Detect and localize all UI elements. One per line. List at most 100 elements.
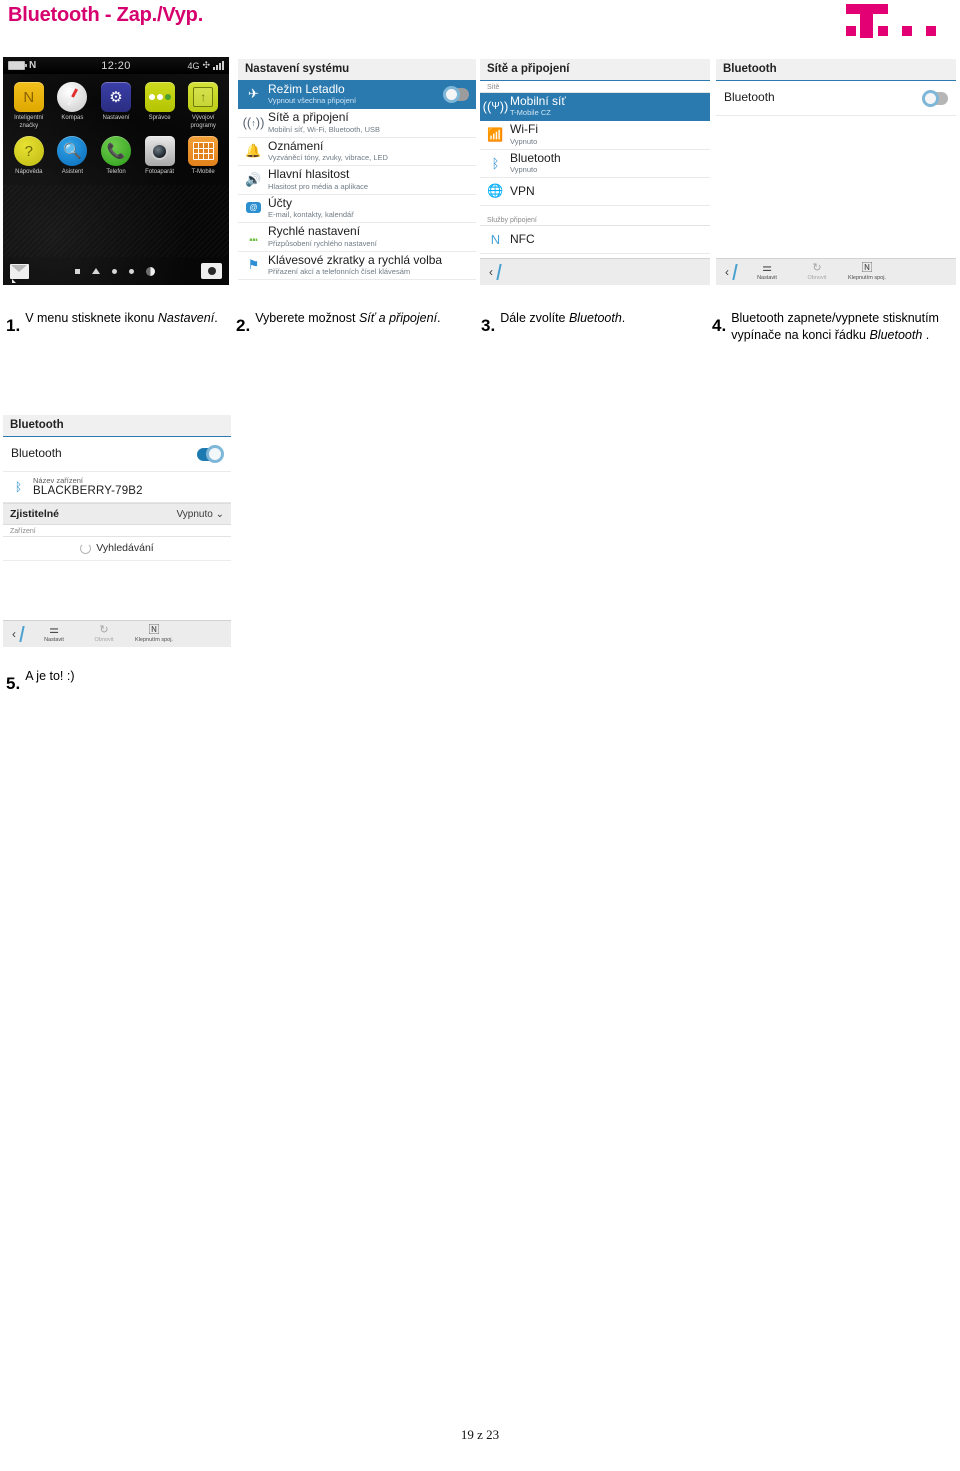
developer-icon: ↑: [188, 82, 219, 112]
step-1: 1. V menu stisknete ikonu Nastavení.: [6, 310, 231, 334]
empty-area: [3, 561, 231, 620]
step-number: 2.: [236, 316, 251, 335]
app-label: Asistent: [61, 169, 84, 175]
speaker-icon: 🔊: [245, 171, 262, 187]
data-icon: [243, 283, 264, 285]
step-text-b: .: [437, 311, 441, 325]
action-label: Obnovit: [94, 637, 114, 643]
app-spravce[interactable]: Správce: [138, 82, 182, 130]
action-label: Klepnutím spoj.: [135, 637, 173, 643]
row-title: Oznámení: [268, 138, 324, 153]
step-number: 5.: [6, 674, 21, 693]
bluetooth-toggle-row[interactable]: Bluetooth: [716, 81, 956, 116]
step-number: 4.: [712, 316, 727, 335]
network-type-label: 4G: [187, 60, 200, 71]
app-grid: N Inteligentní značky Kompas ⚙ Nastavení…: [3, 74, 229, 177]
app-label: Správce: [148, 115, 171, 121]
step-text: Vyberete možnost Síť a připojení.: [255, 310, 440, 327]
settings-row-klavesove-zkratky[interactable]: ⚑ Klávesové zkratky a rychlá volba Přiřa…: [238, 251, 476, 281]
app-telefon[interactable]: 📞 Telefon: [94, 136, 138, 177]
envelope-icon[interactable]: [10, 263, 29, 283]
step-text-emphasis: Síť a připojení: [358, 311, 438, 325]
nfc-tag-icon: N: [13, 82, 44, 112]
action-label: Nastavit: [757, 275, 777, 281]
app-napoveda[interactable]: ? Nápověda: [7, 136, 51, 177]
app-asistent[interactable]: 🔍 Asistent: [51, 136, 95, 177]
network-row-bluetooth[interactable]: ᛒ Bluetooth Vypnuto: [480, 149, 710, 179]
row-title: Bluetooth: [510, 150, 561, 165]
network-row-nfc[interactable]: N NFC: [480, 226, 710, 255]
app-vyvojove-programy[interactable]: ↑ Vývojoví programy: [181, 82, 225, 130]
action-klepnutim-spojit[interactable]: 🄽 Klepnutím spoj.: [842, 263, 892, 282]
step-text-b: .: [922, 327, 930, 342]
device-name-label: Název zařízení: [33, 476, 84, 485]
step-number: 1.: [6, 316, 21, 335]
airplane-toggle[interactable]: [443, 85, 469, 103]
screen-title: Bluetooth: [3, 415, 231, 437]
screenshot-networks: Sítě a připojení Sítě ((Ψ)) Mobilní síť …: [480, 59, 710, 285]
app-label: T-Mobile: [191, 169, 215, 175]
chevron-down-icon: ⌄: [215, 508, 224, 520]
step-text: Dále zvolíte Bluetooth.: [500, 310, 625, 327]
settings-row-hlavni-hlasitost[interactable]: 🔊 Hlavní hlasitost Hlasitost pro média a…: [238, 166, 476, 195]
camera-icon[interactable]: [201, 263, 222, 279]
vpn-icon: 🌐: [487, 183, 504, 199]
bell-icon: 🔔: [245, 143, 262, 159]
settings-row-ucty[interactable]: @ Účty E-mail, kontakty, kalendář: [238, 194, 476, 224]
app-fotoaparat[interactable]: Fotoaparát: [138, 136, 182, 177]
discoverable-row[interactable]: Zjistitelné Vypnuto ⌄: [3, 503, 231, 525]
phone-icon: 📞: [100, 136, 131, 166]
row-subtitle: E-mail, kontakty, kalendář: [268, 210, 354, 220]
app-kompas[interactable]: Kompas: [51, 82, 95, 130]
row-subtitle: Vyzváněcí tóny, zvuky, vibrace, LED: [268, 153, 388, 163]
app-nastaveni[interactable]: ⚙ Nastavení: [94, 82, 138, 130]
section-header-zarizeni: Zařízení: [3, 525, 231, 537]
action-klepnutim-spojit[interactable]: 🄽 Klepnutím spoj.: [129, 625, 179, 644]
row-title: Rychlé nastavení: [268, 224, 361, 239]
bluetooth-toggle-row[interactable]: Bluetooth: [3, 437, 231, 472]
app-tmobile[interactable]: T-Mobile: [181, 136, 225, 177]
settings-row-site-a-pripojeni[interactable]: ((↑)) Sítě a připojení Mobilní síť, Wi-F…: [238, 109, 476, 138]
network-row-wifi[interactable]: 📶 Wi-Fi Vypnuto: [480, 121, 710, 150]
step-text-a: Dále zvolíte: [500, 311, 569, 325]
settings-row-sprava-dat[interactable]: Správa dat: [238, 280, 476, 285]
settings-row-rychle-nastaveni[interactable]: ⑉ Rychlé nastavení Přizpůsobení rychlého…: [238, 223, 476, 252]
app-label: Inteligentní značky: [14, 115, 44, 129]
row-subtitle: Vypnuto: [510, 136, 538, 146]
action-nastavit[interactable]: ⚌ Nastavit: [29, 625, 79, 644]
home-dock: [3, 257, 229, 285]
action-nastavit[interactable]: ⚌ Nastavit: [742, 263, 792, 282]
action-obnovit[interactable]: ↻ Obnovit: [792, 263, 842, 282]
discoverable-value-wrap[interactable]: Vypnuto ⌄: [177, 509, 225, 520]
bluetooth-icon: ᛒ: [14, 479, 23, 494]
airplane-icon: ✈: [248, 86, 259, 102]
step-text-a: Vyberete možnost: [255, 311, 359, 325]
bluetooth-toggle[interactable]: [197, 444, 224, 463]
step-4: 4. Bluetooth zapnete/vypnete stisknutím …: [712, 310, 947, 343]
wireless-icon: ((↑)): [242, 115, 265, 131]
action-label: Nastavit: [44, 637, 64, 643]
searching-label: Vyhledávání: [96, 542, 154, 554]
network-row-vpn[interactable]: 🌐 VPN: [480, 178, 710, 207]
accounts-icon: @: [246, 202, 261, 214]
status-bar: N 12:20 4G ✣: [3, 57, 229, 74]
step-2: 2. Vyberete možnost Síť a připojení.: [236, 310, 466, 334]
row-title: NFC: [510, 231, 535, 246]
device-name-row[interactable]: ᛒ Název zařízení BLACKBERRY-79B2: [3, 472, 231, 503]
question-mark-icon: ?: [13, 136, 44, 166]
bottom-action-bar: ‹: [480, 258, 710, 285]
bottom-action-bar: ‹ ⚌ Nastavit ↻ Obnovit 🄽 Klepnutím spoj.: [3, 620, 231, 647]
tmobile-grid-icon: [188, 136, 219, 166]
bottom-action-bar: ‹ ⚌ Nastavit ↻ Obnovit 🄽 Klepnutím spoj.: [716, 258, 956, 285]
row-subtitle: T-Mobile CZ: [510, 108, 551, 118]
action-obnovit[interactable]: ↻ Obnovit: [79, 625, 129, 644]
screenshot-bluetooth-on: Bluetooth Bluetooth ᛒ Název zařízení BLA…: [3, 415, 231, 647]
app-inteligentni-znacky[interactable]: N Inteligentní značky: [7, 82, 51, 130]
spinner-icon: [80, 542, 92, 554]
settings-row-rezim-letadlo[interactable]: ✈ Režim Letadlo Vypnout všechna připojen…: [238, 81, 476, 110]
bluetooth-toggle[interactable]: [922, 89, 948, 107]
step-text-b: .: [621, 311, 626, 325]
settings-row-oznameni[interactable]: 🔔 Oznámení Vyzváněcí tóny, zvuky, vibrac…: [238, 137, 476, 167]
network-row-mobilni-sit[interactable]: ((Ψ)) Mobilní síť T-Mobile CZ: [480, 93, 710, 122]
screenshot-home: N 12:20 4G ✣ N Inteligentní značky Kompa…: [3, 57, 229, 285]
